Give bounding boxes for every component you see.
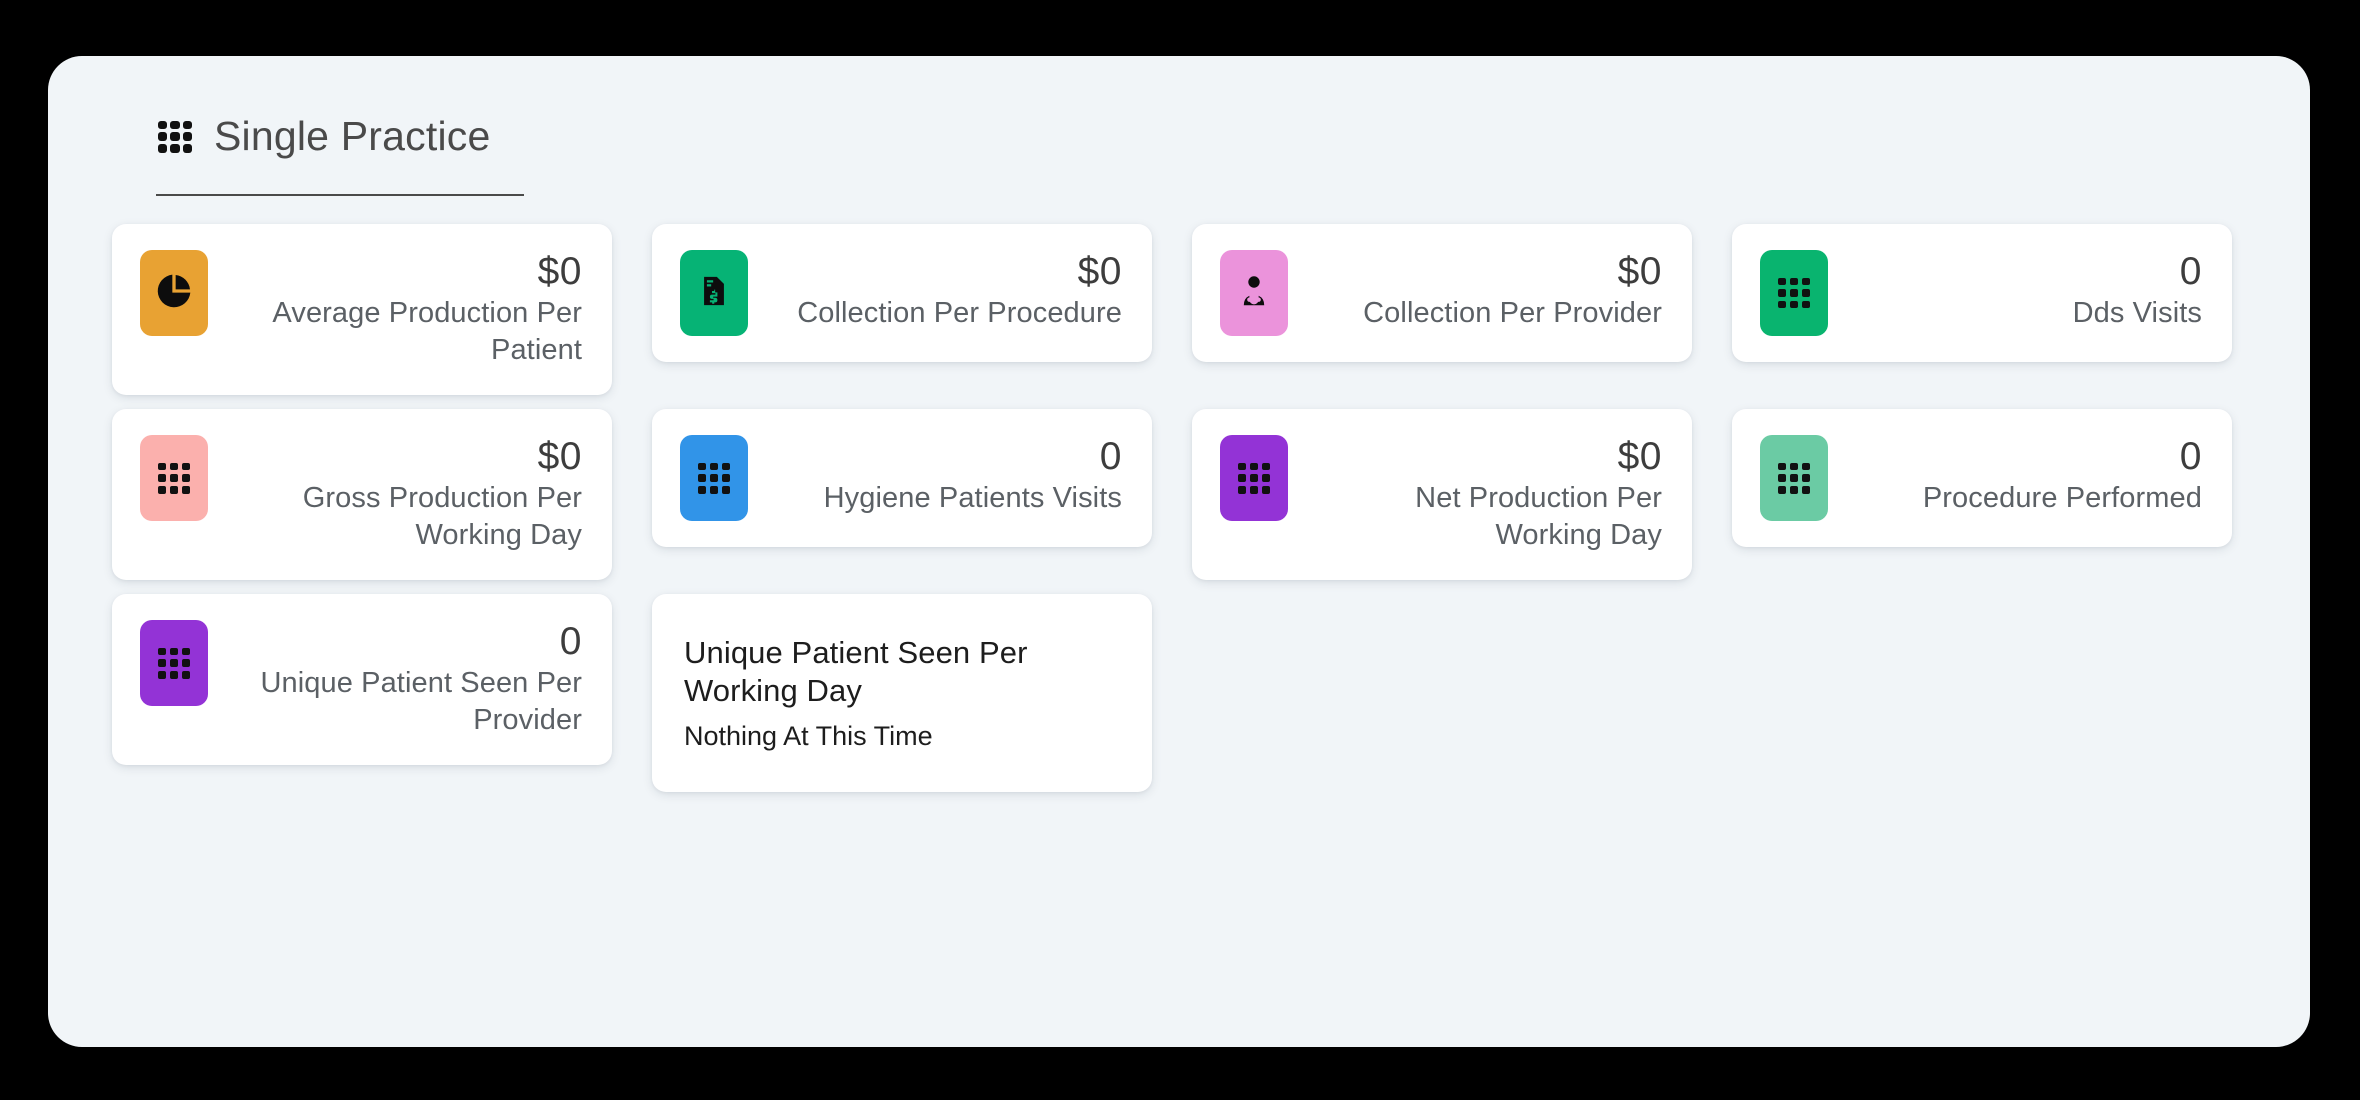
panel-header: Single Practice xyxy=(108,116,528,196)
metric-body: $0 Collection Per Procedure xyxy=(766,250,1122,332)
metric-label: Collection Per Procedure xyxy=(797,296,1122,329)
message-card-title: Unique Patient Seen Per Working Day xyxy=(684,635,1028,709)
metric-card-net-production-per-working-day[interactable]: $0 Net Production Per Working Day xyxy=(1192,409,1692,581)
metric-value: $0 xyxy=(537,435,582,479)
metric-body: 0 Procedure Performed xyxy=(1846,435,2202,517)
metric-value: $0 xyxy=(537,250,582,293)
metric-icon-tile xyxy=(140,620,208,707)
metric-body: $0 Collection Per Provider xyxy=(1306,250,1662,332)
metric-icon-tile xyxy=(1760,435,1828,522)
grid-3x3-icon xyxy=(157,647,191,679)
metric-cards-grid: $0 Average Production Per Patient $0 Collec… xyxy=(112,224,2252,793)
metric-icon-tile xyxy=(140,435,208,522)
metric-card-average-production-per-patient[interactable]: $0 Average Production Per Patient xyxy=(112,224,612,396)
metric-card-collection-per-provider[interactable]: $0 Collection Per Provider xyxy=(1192,224,1692,362)
metric-label: Dds Visits xyxy=(2072,296,2202,329)
grid-3x3-icon xyxy=(158,120,192,153)
grid-3x3-icon xyxy=(1777,462,1811,494)
metric-body: $0 Average Production Per Patient xyxy=(226,250,582,369)
metric-card-collection-per-procedure[interactable]: $0 Collection Per Procedure xyxy=(652,224,1152,362)
metric-value: 0 xyxy=(2179,435,2202,479)
metric-label: Net Production Per Working Day xyxy=(1415,482,1662,552)
grid-3x3-icon xyxy=(157,462,191,494)
metric-value: 0 xyxy=(1099,435,1122,479)
doctor-icon xyxy=(1236,273,1272,314)
metric-value: $0 xyxy=(1617,435,1662,479)
metric-icon-tile xyxy=(680,250,748,336)
dashboard-panel: Single Practice $0 Average Production Per… xyxy=(48,56,2310,1047)
header-divider xyxy=(156,194,524,196)
metric-card-procedure-performed[interactable]: 0 Procedure Performed xyxy=(1732,409,2232,548)
metric-card-dds-visits[interactable]: 0 Dds Visits xyxy=(1732,224,2232,362)
grid-3x3-icon xyxy=(1237,462,1271,494)
message-card-subtitle: Nothing At This Time xyxy=(684,720,933,751)
metric-card-unique-patient-seen-per-provider[interactable]: 0 Unique Patient Seen Per Provider xyxy=(112,594,612,766)
metric-label: Collection Per Provider xyxy=(1363,296,1662,329)
grid-3x3-icon xyxy=(1777,277,1811,309)
pie-chart-icon xyxy=(154,271,194,316)
metric-label: Hygiene Patients Visits xyxy=(823,482,1122,515)
metric-label: Average Production Per Patient xyxy=(272,296,582,367)
metric-card-gross-production-per-working-day[interactable]: $0 Gross Production Per Working Day xyxy=(112,409,612,581)
metric-body: 0 Hygiene Patients Visits xyxy=(766,435,1122,517)
invoice-dollar-icon xyxy=(697,274,731,313)
metric-card-hygiene-patients-visits[interactable]: 0 Hygiene Patients Visits xyxy=(652,409,1152,548)
metric-icon-tile xyxy=(1220,250,1288,336)
metric-icon-tile xyxy=(1760,250,1828,336)
metric-label: Procedure Performed xyxy=(1922,482,2202,515)
metric-icon-tile xyxy=(140,250,208,336)
metric-body: 0 Dds Visits xyxy=(1846,250,2202,332)
metric-value: 0 xyxy=(2179,250,2202,293)
metric-body: 0 Unique Patient Seen Per Provider xyxy=(226,620,582,739)
metric-body: $0 Net Production Per Working Day xyxy=(1306,435,1662,554)
metric-body: $0 Gross Production Per Working Day xyxy=(226,435,582,554)
metric-icon-tile xyxy=(1220,435,1288,522)
metric-value: 0 xyxy=(559,620,582,664)
metric-icon-tile xyxy=(680,435,748,522)
metric-label: Unique Patient Seen Per Provider xyxy=(260,667,582,737)
metric-value: $0 xyxy=(1617,250,1662,293)
metric-label: Gross Production Per Working Day xyxy=(302,482,582,552)
metric-value: $0 xyxy=(1077,250,1122,293)
panel-header-row: Single Practice xyxy=(108,116,528,157)
grid-3x3-icon xyxy=(697,462,731,494)
message-card-unique-patient-seen-per-working-day[interactable]: Unique Patient Seen Per Working Day Nothi… xyxy=(652,594,1152,793)
page-title: Single Practice xyxy=(214,113,491,159)
